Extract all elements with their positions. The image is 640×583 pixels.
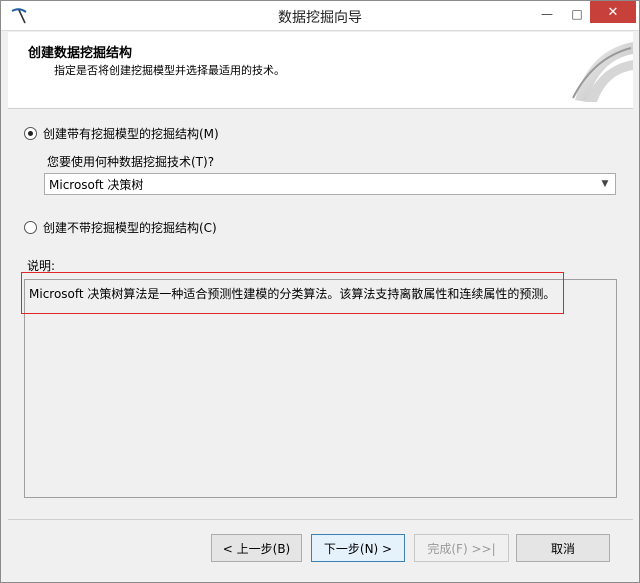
finish-button[interactable]: 完成(F) >>|: [414, 534, 509, 562]
technique-select[interactable]: Microsoft 决策树 ▼: [44, 173, 616, 195]
back-button[interactable]: < 上一步(B): [211, 534, 302, 562]
title-bar: 数据挖掘向导 — □ ✕: [1, 1, 639, 31]
radio-without-model[interactable]: [24, 221, 37, 234]
close-button[interactable]: ✕: [590, 1, 636, 23]
maximize-button[interactable]: □: [563, 1, 591, 27]
next-button[interactable]: 下一步(N) >: [311, 534, 405, 562]
cancel-button[interactable]: 取消: [516, 534, 610, 562]
option-with-model-label: 创建带有挖掘模型的挖掘结构(M): [43, 127, 219, 141]
option-without-model-label: 创建不带挖掘模型的挖掘结构(C): [43, 221, 217, 235]
option-without-model[interactable]: 创建不带挖掘模型的挖掘结构(C): [24, 219, 217, 236]
wizard-body: 创建带有挖掘模型的挖掘结构(M) 您要使用何种数据挖掘技术(T)? Micros…: [8, 110, 633, 519]
highlight-box: [21, 272, 564, 314]
technique-label: 您要使用何种数据挖掘技术(T)?: [47, 155, 215, 169]
page-title: 创建数据挖掘结构: [28, 46, 133, 61]
wizard-header: 创建数据挖掘结构 指定是否将创建挖掘模型并选择最适用的技术。: [8, 32, 633, 109]
wizard-logo-icon: [572, 42, 633, 102]
chevron-down-icon[interactable]: ▼: [598, 176, 612, 192]
wizard-window: 数据挖掘向导 — □ ✕ 创建数据挖掘结构 指定是否将创建挖掘模型并选择最适用的…: [0, 0, 640, 583]
page-subtitle: 指定是否将创建挖掘模型并选择最适用的技术。: [54, 64, 285, 77]
option-with-model[interactable]: 创建带有挖掘模型的挖掘结构(M): [24, 125, 219, 142]
wizard-footer: < 上一步(B) 下一步(N) > 完成(F) >>| 取消: [8, 519, 633, 577]
minimize-button[interactable]: —: [533, 1, 561, 27]
technique-select-value: Microsoft 决策树: [49, 177, 144, 192]
description-box: Microsoft 决策树算法是一种适合预测性建模的分类算法。该算法支持离散属性…: [21, 272, 617, 498]
radio-with-model[interactable]: [24, 127, 37, 140]
